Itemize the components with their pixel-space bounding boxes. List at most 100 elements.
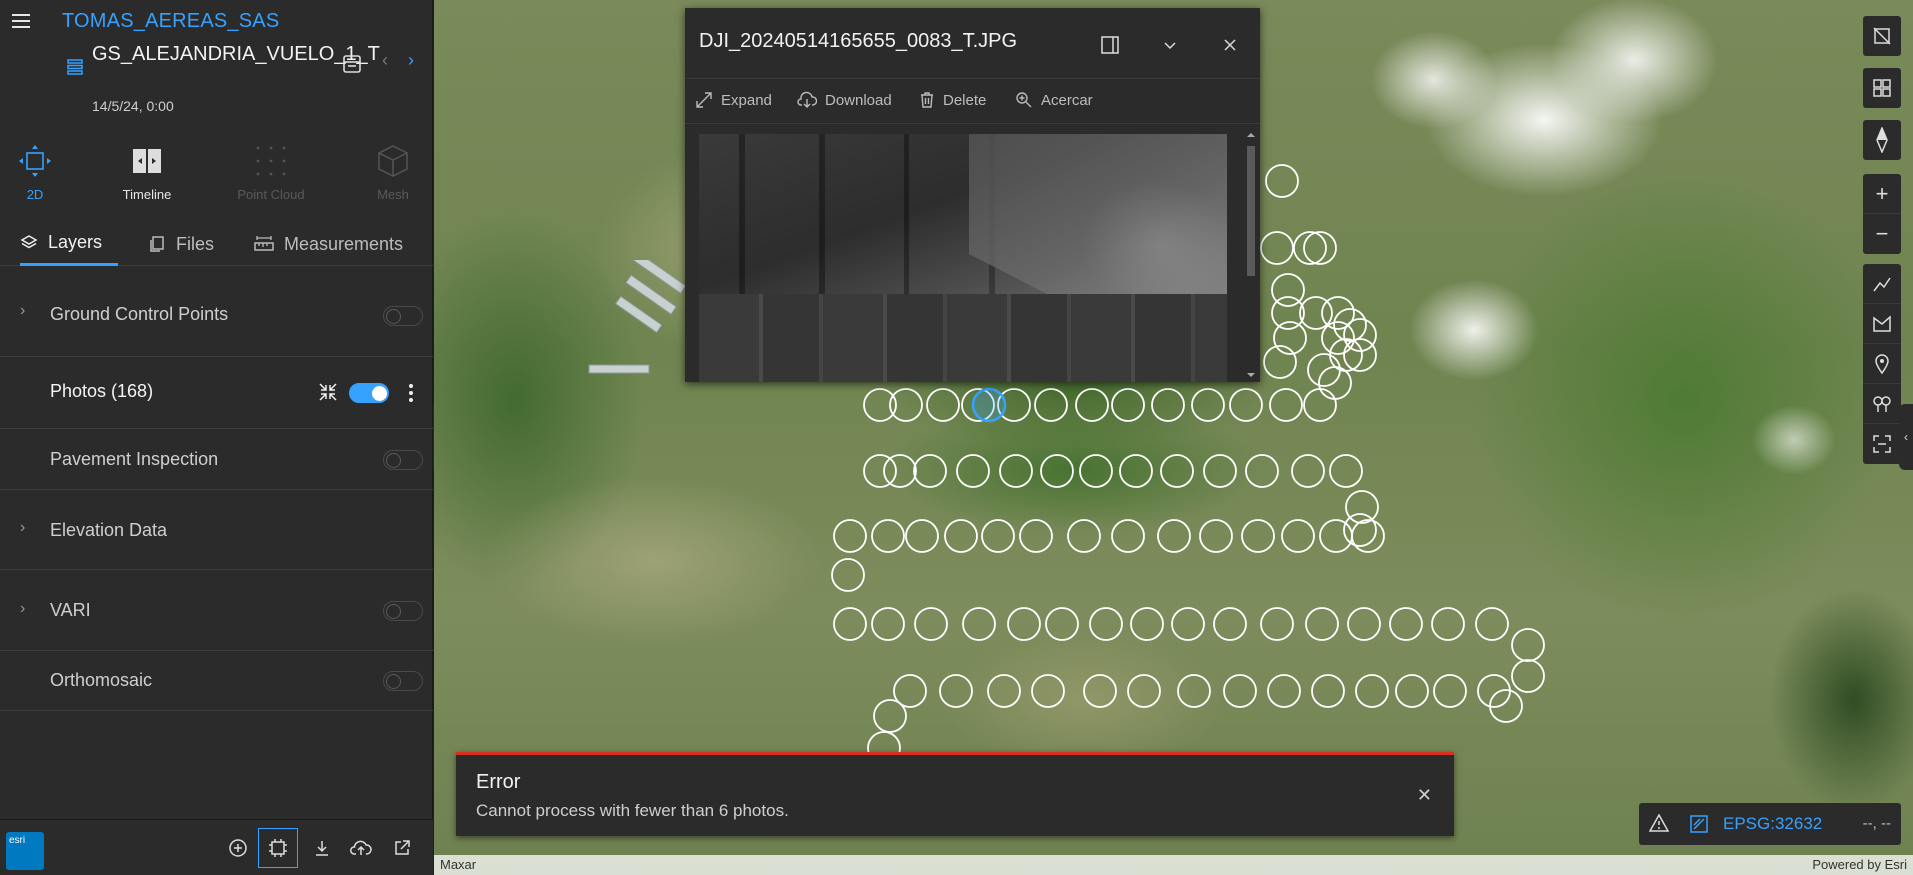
photo-footprint[interactable] (1089, 607, 1123, 641)
spatial-reference-icon[interactable] (1689, 814, 1709, 834)
layer-visibility-toggle[interactable] (383, 671, 423, 691)
photo-footprint[interactable] (833, 519, 867, 553)
chevron-right-icon[interactable]: › (20, 600, 25, 618)
photo-footprint[interactable] (1431, 607, 1465, 641)
photo-footprint[interactable] (863, 454, 897, 488)
project-name[interactable]: GS_ALEJANDRIA_VUELO_1_T (92, 40, 380, 68)
delete-action[interactable]: Delete (919, 91, 986, 109)
photo-footprint[interactable] (1119, 454, 1153, 488)
photo-footprint[interactable] (944, 519, 978, 553)
photo-footprint[interactable] (1040, 454, 1074, 488)
tab-measurements[interactable]: Measurements (254, 222, 403, 266)
photo-footprint[interactable] (1269, 388, 1303, 422)
photo-footprint[interactable] (1293, 231, 1327, 265)
download-action[interactable]: Download (797, 91, 892, 109)
photo-footprint[interactable] (1321, 321, 1355, 355)
photo-footprint[interactable] (1355, 674, 1389, 708)
photo-footprint[interactable] (1319, 519, 1353, 553)
layer-vari[interactable]: › VARI (0, 570, 433, 651)
capture-extent-button[interactable] (1863, 424, 1901, 464)
zoom-out-button[interactable]: − (1863, 214, 1901, 254)
photo-footprint[interactable] (1265, 164, 1299, 198)
menu-icon[interactable] (12, 14, 30, 28)
photo-footprint[interactable] (1019, 519, 1053, 553)
photo-footprint[interactable] (863, 388, 897, 422)
photo-footprint[interactable] (1111, 388, 1145, 422)
popup-scrollbar[interactable] (1244, 128, 1258, 382)
photo-footprint[interactable] (1177, 674, 1211, 708)
scroll-down-icon[interactable] (1244, 370, 1258, 380)
photo-footprint[interactable] (987, 674, 1021, 708)
photo-footprint[interactable] (1395, 674, 1429, 708)
photo-footprint[interactable] (873, 699, 907, 733)
photo-footprint[interactable] (1303, 388, 1337, 422)
photo-footprint[interactable] (1260, 231, 1294, 265)
measure-point-button[interactable] (1863, 344, 1901, 384)
photo-footprint[interactable] (1345, 490, 1379, 524)
photo-footprint[interactable] (1160, 454, 1194, 488)
thermal-photo-preview[interactable] (699, 134, 1227, 382)
chevron-right-icon[interactable]: › (20, 519, 25, 537)
photo-footprint[interactable] (871, 607, 905, 641)
photo-footprint[interactable] (913, 454, 947, 488)
photo-footprint[interactable] (1213, 607, 1247, 641)
photo-footprint[interactable] (1511, 659, 1545, 693)
photo-footprint[interactable] (1203, 454, 1237, 488)
photo-footprint[interactable] (1223, 674, 1257, 708)
mode-timeline[interactable]: Timeline (102, 140, 192, 206)
photo-footprint[interactable] (1433, 674, 1467, 708)
measure-location-button[interactable] (1863, 384, 1901, 424)
photo-footprint[interactable] (883, 454, 917, 488)
photo-footprint[interactable] (1329, 454, 1363, 488)
photo-footprint[interactable] (1260, 607, 1294, 641)
photo-footprint[interactable] (1489, 689, 1523, 723)
close-icon[interactable] (1219, 34, 1241, 56)
photo-footprint[interactable] (905, 519, 939, 553)
photo-footprint[interactable] (1171, 607, 1205, 641)
photo-footprint[interactable] (1267, 674, 1301, 708)
zoom-to-action[interactable]: Acercar (1015, 91, 1093, 109)
photo-footprint[interactable] (1351, 519, 1385, 553)
photo-footprint[interactable] (1333, 308, 1367, 342)
photo-footprint[interactable] (1311, 674, 1345, 708)
collapse-right-panel-button[interactable]: ‹ (1899, 404, 1913, 470)
collapse-arrows-icon[interactable] (317, 381, 339, 403)
photo-footprint[interactable] (914, 607, 948, 641)
photo-footprint[interactable] (1307, 353, 1341, 387)
download-button[interactable] (302, 828, 342, 868)
attribution-powered-by[interactable]: Powered by Esri (1812, 857, 1907, 872)
share-button[interactable] (382, 828, 422, 868)
photo-footprint[interactable] (981, 519, 1015, 553)
photo-footprint[interactable] (1343, 513, 1377, 547)
photo-footprint[interactable] (962, 607, 996, 641)
photo-footprint[interactable] (1199, 519, 1233, 553)
upload-button[interactable] (341, 828, 381, 868)
photo-footprint[interactable] (956, 454, 990, 488)
photo-footprint[interactable] (939, 674, 973, 708)
process-button[interactable] (258, 828, 298, 868)
photo-footprint[interactable] (1303, 231, 1337, 265)
scrollbar-thumb[interactable] (1247, 146, 1255, 276)
photo-footprint[interactable] (1127, 674, 1161, 708)
photo-footprint[interactable] (1245, 454, 1279, 488)
photo-footprint[interactable] (1477, 674, 1511, 708)
photo-footprint[interactable] (1079, 454, 1113, 488)
photo-footprint[interactable] (1343, 338, 1377, 372)
compass-button[interactable] (1863, 120, 1901, 160)
photo-footprint[interactable] (1347, 607, 1381, 641)
tab-files[interactable]: Files (148, 222, 214, 266)
expand-action[interactable]: Expand (695, 91, 772, 109)
photo-footprint[interactable] (1389, 607, 1423, 641)
previous-project-icon[interactable]: ‹ (382, 50, 388, 71)
warning-icon[interactable] (1649, 813, 1669, 833)
mode-2d[interactable]: 2D (0, 140, 80, 206)
photo-footprint[interactable] (1241, 519, 1275, 553)
project-details-icon[interactable] (342, 54, 362, 74)
photo-footprint[interactable] (1007, 607, 1041, 641)
photo-footprint[interactable] (999, 454, 1033, 488)
photo-footprint[interactable] (1305, 607, 1339, 641)
photo-footprint[interactable] (1075, 388, 1109, 422)
photo-footprint[interactable] (1067, 519, 1101, 553)
photo-footprint[interactable] (1157, 519, 1191, 553)
layer-pavement-inspection[interactable]: Pavement Inspection (0, 429, 433, 490)
